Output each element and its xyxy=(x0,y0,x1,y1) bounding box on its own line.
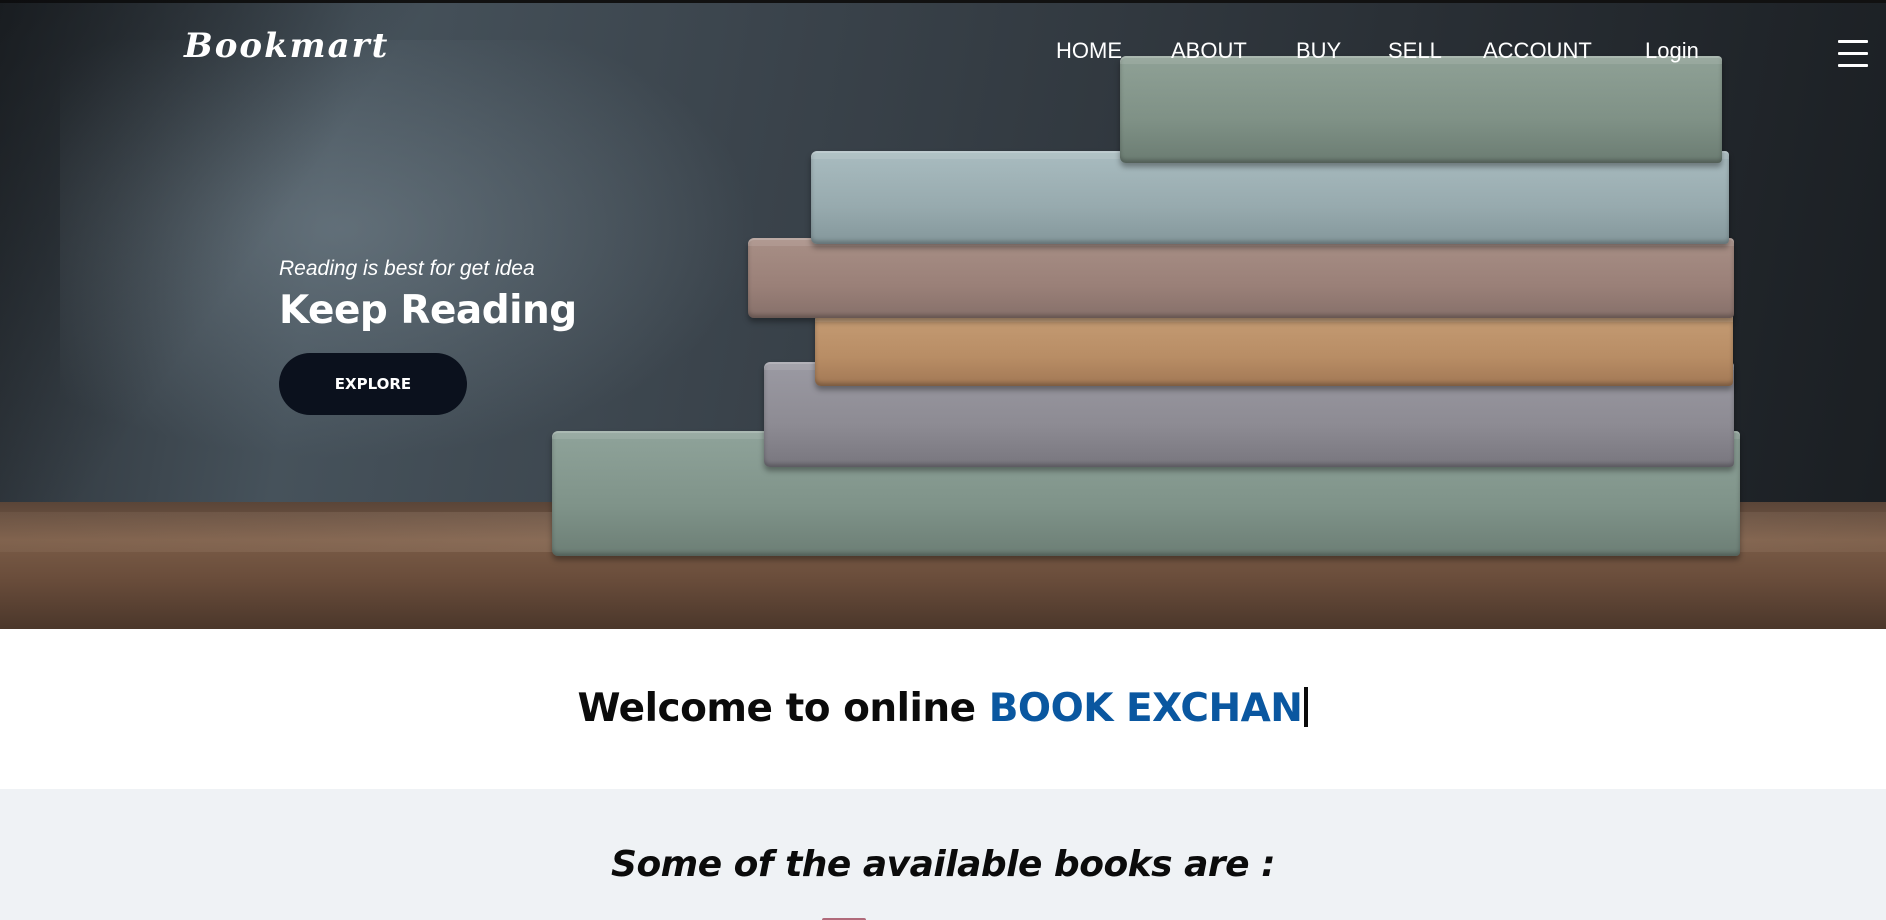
page: Bookmart HOME ABOUT BUY SELL ACCOUNT Log… xyxy=(0,0,1886,920)
book-top xyxy=(1120,56,1722,163)
site-logo[interactable]: Bookmart xyxy=(184,26,389,66)
welcome-prefix: Welcome to online xyxy=(577,686,989,731)
nav-login[interactable]: Login xyxy=(1645,38,1699,64)
nav-buy[interactable]: BUY xyxy=(1296,38,1341,64)
hero-tagline: Reading is best for get idea xyxy=(279,257,535,280)
nav-about[interactable]: ABOUT xyxy=(1171,38,1247,64)
welcome-section: Welcome to online BOOK EXCHAN xyxy=(0,629,1886,789)
welcome-heading: Welcome to online BOOK EXCHAN xyxy=(0,686,1886,731)
available-books-heading: Some of the available books are : xyxy=(611,844,1275,885)
hamburger-menu-icon[interactable] xyxy=(1838,40,1868,70)
hero-banner: Bookmart HOME ABOUT BUY SELL ACCOUNT Log… xyxy=(0,0,1886,629)
nav-sell[interactable]: SELL xyxy=(1388,38,1442,64)
book-mauve xyxy=(748,238,1734,318)
available-books-section: Some of the available books are : xyxy=(0,789,1886,920)
welcome-typed-highlight: BOOK EXCHAN xyxy=(988,686,1303,731)
nav-account[interactable]: ACCOUNT xyxy=(1483,38,1592,64)
book-lightblue xyxy=(811,151,1729,244)
explore-button[interactable]: EXPLORE xyxy=(279,353,467,415)
hero-title: Keep Reading xyxy=(279,288,577,333)
book-tan xyxy=(815,314,1733,386)
typing-caret xyxy=(1304,687,1309,727)
nav-home[interactable]: HOME xyxy=(1056,38,1122,64)
